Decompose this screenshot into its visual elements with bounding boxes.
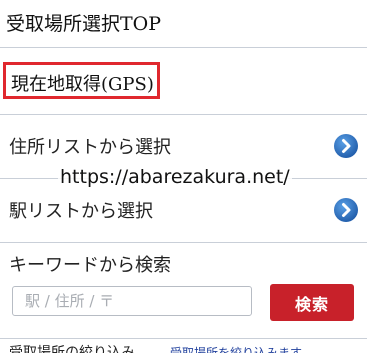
watermark-url: https://abarezakura.net/ bbox=[58, 166, 292, 188]
chevron-right-circle-icon bbox=[334, 198, 358, 222]
station-list-label: 駅リストから選択 bbox=[9, 201, 153, 222]
gps-button-label: 現在地取得(GPS) bbox=[11, 74, 154, 95]
gps-button[interactable]: 現在地取得(GPS) bbox=[3, 62, 160, 99]
page-title: 受取場所選択TOP bbox=[0, 0, 367, 48]
filter-link[interactable]: 受取場所を絞り込みます bbox=[170, 344, 302, 353]
search-button[interactable]: 検索 bbox=[270, 284, 354, 321]
filter-label: 受取場所の絞り込み bbox=[9, 345, 135, 353]
page: 受取場所選択TOP 現在地取得(GPS) 住所リストから選択 駅リストから選択 bbox=[0, 0, 367, 353]
filter-row: 受取場所の絞り込み 受取場所を絞り込みます bbox=[0, 339, 367, 353]
search-input[interactable] bbox=[12, 286, 252, 316]
keyword-search-section: キーワードから検索 検索 bbox=[0, 243, 367, 339]
gps-row: 現在地取得(GPS) bbox=[0, 49, 367, 115]
station-list-item[interactable]: 駅リストから選択 bbox=[0, 179, 367, 243]
keyword-search-label: キーワードから検索 bbox=[9, 255, 171, 276]
address-list-label: 住所リストから選択 bbox=[9, 137, 171, 158]
chevron-right-circle-icon bbox=[334, 134, 358, 158]
